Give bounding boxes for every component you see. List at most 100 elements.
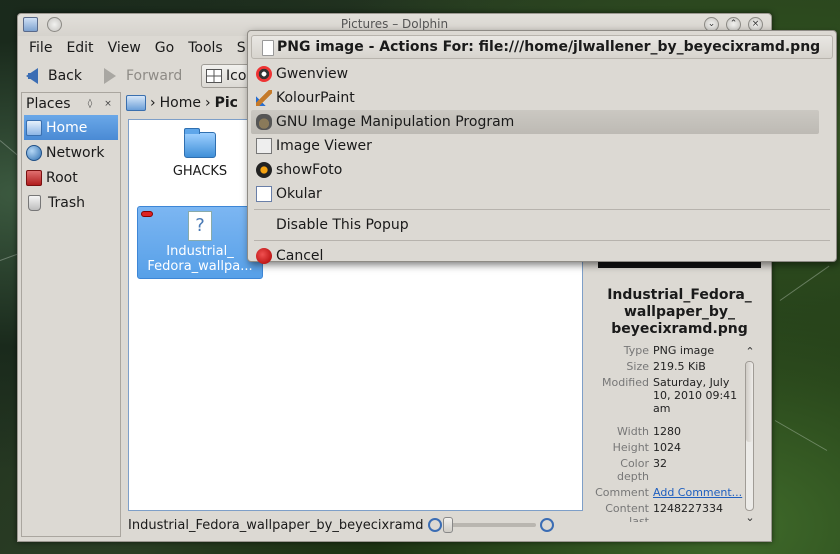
menu-view[interactable]: View <box>101 38 148 60</box>
meta-key: Width <box>617 425 649 438</box>
meta-value: PNG image <box>653 344 715 357</box>
close-panel-icon[interactable]: × <box>102 98 114 110</box>
places-title: Places <box>26 96 71 112</box>
scroll-up-icon[interactable]: ⌃ <box>743 345 757 358</box>
document-icon <box>262 40 274 56</box>
selection-toggle-icon[interactable] <box>141 211 153 217</box>
menu-item-label: showFoto <box>276 162 343 178</box>
float-panel-icon[interactable]: ◊ <box>84 98 96 110</box>
meta-key: Comment <box>595 486 649 499</box>
breadcrumb-home[interactable]: Home <box>160 95 201 111</box>
trash-icon <box>28 194 41 211</box>
metadata-list: Type PNG image Size 219.5 KiB Modified Satu… <box>591 344 748 525</box>
meta-row: Type PNG image <box>591 344 748 357</box>
places-panel: Places ◊ × Home Network Root Trash <box>21 92 121 537</box>
menu-item-showfoto[interactable]: showFoto <box>248 158 836 182</box>
place-label: Trash <box>48 194 85 211</box>
status-bar: Industrial_Fedora_wallpaper_by_beyecixra… <box>128 515 583 535</box>
menu-separator <box>254 240 830 241</box>
meta-key: Color depth <box>616 457 649 483</box>
gimp-icon <box>256 114 272 130</box>
menu-go[interactable]: Go <box>148 38 181 60</box>
menu-item-okular[interactable]: Okular <box>248 182 836 206</box>
icons-view-label: Ico <box>226 68 247 84</box>
place-label: Root <box>46 169 78 186</box>
menu-item-disable-popup[interactable]: Disable This Popup <box>248 213 836 237</box>
menu-item-label: Image Viewer <box>276 138 372 154</box>
forward-arrow-icon <box>104 68 116 84</box>
menu-item-label: GNU Image Manipulation Program <box>276 114 515 130</box>
okular-icon <box>256 186 272 202</box>
popup-title: PNG image - Actions For: file:///home/jl… <box>251 35 833 59</box>
breadcrumb-separator-icon: › <box>150 95 156 111</box>
meta-row: Width 1280 <box>591 425 748 438</box>
scroll-track[interactable] <box>745 361 754 511</box>
menu-file[interactable]: File <box>22 38 59 60</box>
metadata-scrollbar[interactable]: ⌃ ⌄ <box>743 345 757 537</box>
meta-row: Height 1024 <box>591 441 748 454</box>
places-header: Places ◊ × <box>22 93 120 115</box>
zoom-in-icon[interactable] <box>540 518 554 532</box>
place-label: Home <box>46 119 88 136</box>
back-button[interactable]: Back <box>26 65 82 87</box>
breadcrumb-current[interactable]: Pic <box>215 95 238 111</box>
menu-item-image-viewer[interactable]: Image Viewer <box>248 134 836 158</box>
back-label: Back <box>48 68 82 84</box>
zoom-out-icon[interactable] <box>428 518 442 532</box>
meta-row: Comment Add Comment... <box>591 486 748 499</box>
menu-item-label: KolourPaint <box>276 90 355 106</box>
root-icon <box>26 169 42 186</box>
menu-tools[interactable]: Tools <box>181 38 230 60</box>
meta-value: 32 <box>653 457 667 470</box>
file-item-wallpaper[interactable]: ? Industrial_ Fedora_wallpa... <box>137 206 263 279</box>
breadcrumb-home-icon[interactable] <box>126 95 146 111</box>
meta-key: Height <box>612 441 649 454</box>
place-trash[interactable]: Trash <box>22 190 120 215</box>
add-comment-link[interactable]: Add Comment... <box>653 486 748 499</box>
forward-button[interactable]: Forward <box>104 65 182 87</box>
place-network[interactable]: Network <box>22 140 120 165</box>
zoom-slider[interactable] <box>443 517 536 533</box>
menu-item-label: Okular <box>276 186 322 202</box>
menu-edit[interactable]: Edit <box>59 38 100 60</box>
icons-view-icon <box>206 69 222 83</box>
scroll-down-icon[interactable]: ⌄ <box>743 511 757 524</box>
menu-item-gimp[interactable]: GNU Image Manipulation Program <box>251 110 819 134</box>
menu-item-gwenview[interactable]: Gwenview <box>248 62 836 86</box>
breadcrumb: › Home › Pic <box>126 92 238 114</box>
meta-key: Size <box>626 360 649 373</box>
meta-row: Size 219.5 KiB <box>591 360 748 373</box>
meta-key: Modified <box>602 376 649 389</box>
scroll-thumb[interactable] <box>746 362 753 442</box>
image-viewer-icon <box>256 138 272 154</box>
place-root[interactable]: Root <box>22 165 120 190</box>
info-file-name: Industrial_Fedora_ wallpaper_by_ beyecix… <box>607 287 752 337</box>
meta-row: Modified Saturday, July 10, 2010 09:41 am <box>591 376 748 415</box>
meta-row: Content last modified 1248227334 <box>591 502 748 522</box>
file-item-ghacks[interactable]: GHACKS <box>137 126 263 179</box>
menu-item-label: Cancel <box>276 248 324 264</box>
place-label: Network <box>46 144 105 161</box>
forward-label: Forward <box>126 68 183 84</box>
network-icon <box>26 144 42 161</box>
file-name: Industrial_ Fedora_wallpa... <box>147 244 253 274</box>
meta-row: Color depth 32 <box>591 457 748 483</box>
menu-item-label: Disable This Popup <box>276 217 409 233</box>
place-home[interactable]: Home <box>24 115 118 140</box>
meta-value: 219.5 KiB <box>653 360 706 373</box>
popup-title-text: PNG image - Actions For: file:///home/jl… <box>277 39 821 55</box>
folder-icon <box>184 128 216 158</box>
window-title: Pictures – Dolphin <box>340 17 449 31</box>
menu-separator <box>254 209 830 210</box>
kolourpaint-icon <box>256 90 272 106</box>
file-name: GHACKS <box>172 164 228 179</box>
menu-item-cancel[interactable]: Cancel <box>248 244 836 268</box>
background-web-line <box>774 420 828 451</box>
menu-item-kolourpaint[interactable]: KolourPaint <box>248 86 836 110</box>
image-file-icon: ? <box>188 211 212 241</box>
zoom-slider-knob[interactable] <box>443 517 453 533</box>
back-arrow-icon <box>26 68 38 84</box>
background-web-line <box>779 265 830 301</box>
meta-value: 1024 <box>653 441 681 454</box>
breadcrumb-separator-icon: › <box>204 95 211 111</box>
